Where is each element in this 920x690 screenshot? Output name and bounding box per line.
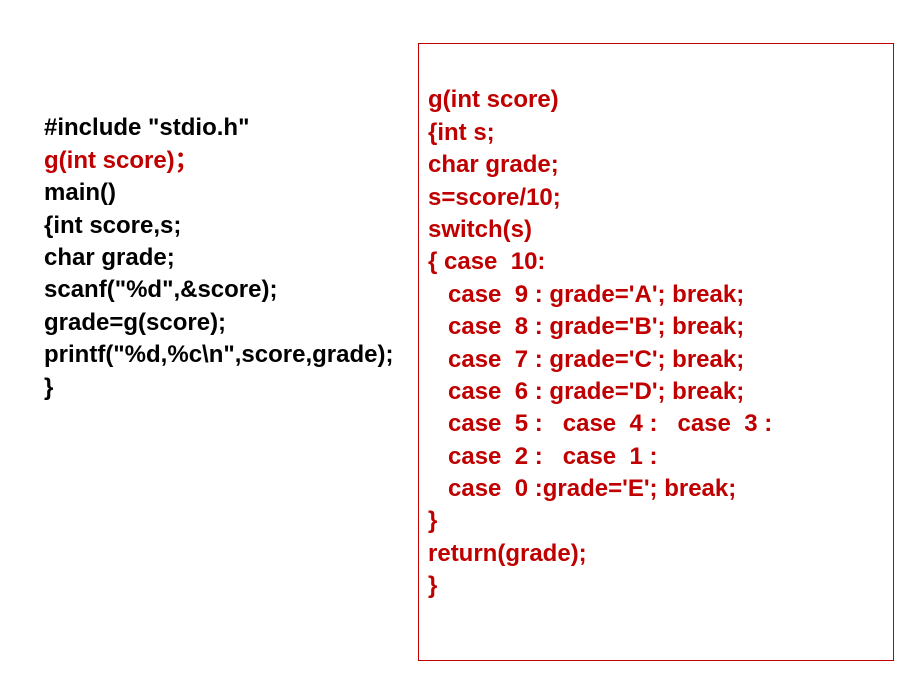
code-line: }: [428, 507, 437, 534]
code-line: grade=g(score);: [44, 309, 226, 336]
code-line: g(int score)；: [44, 147, 199, 174]
code-line: }: [428, 572, 437, 599]
code-line: switch(s): [428, 216, 532, 243]
code-line: return(grade);: [428, 540, 587, 567]
code-line: }: [44, 374, 53, 401]
code-line: main(): [44, 179, 116, 206]
code-line: #include "stdio.h": [44, 114, 249, 141]
code-line: g(int score): [428, 86, 559, 113]
code-line: s=score/10;: [428, 184, 561, 211]
code-line: {int s;: [428, 119, 495, 146]
code-line: case 7 : grade='C'; break;: [428, 346, 744, 373]
code-line: case 9 : grade='A'; break;: [428, 281, 744, 308]
code-line: case 0 :grade='E'; break;: [428, 475, 736, 502]
code-line: {int score,s;: [44, 212, 181, 239]
code-line: case 8 : grade='B'; break;: [428, 313, 744, 340]
code-line: case 5 : case 4 : case 3 :: [428, 410, 772, 437]
code-line: { case 10:: [428, 248, 545, 275]
code-line: printf("%d,%c\n",score,grade);: [44, 341, 393, 368]
code-line: char grade;: [428, 151, 559, 178]
left-code-block: #include "stdio.h" g(int score)； main() …: [44, 80, 393, 404]
code-line: char grade;: [44, 244, 175, 271]
right-code-block: g(int score) {int s; char grade; s=score…: [428, 52, 772, 603]
code-line: case 2 : case 1 :: [428, 443, 657, 470]
code-line: case 6 : grade='D'; break;: [428, 378, 744, 405]
code-line: scanf("%d",&score);: [44, 276, 277, 303]
